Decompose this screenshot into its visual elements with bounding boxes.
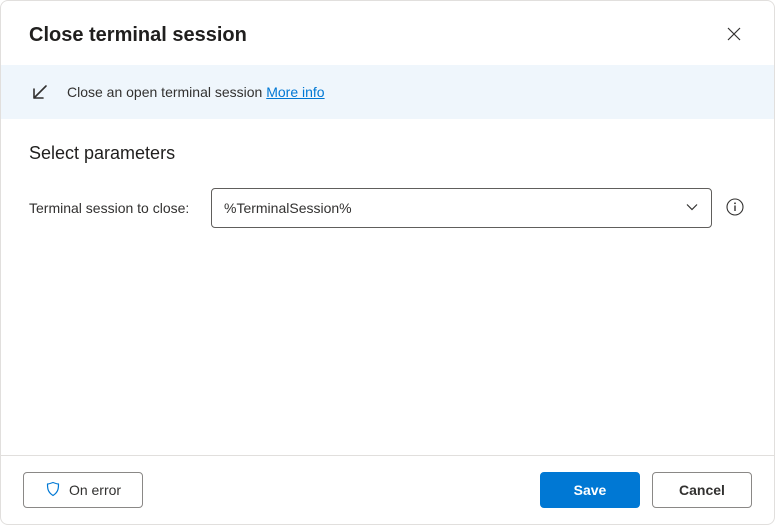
terminal-session-label: Terminal session to close: [29, 200, 199, 216]
dialog-content: Select parameters Terminal session to cl… [1, 119, 774, 455]
dialog-footer: On error Save Cancel [1, 455, 774, 524]
save-label: Save [574, 482, 607, 498]
dialog-title: Close terminal session [29, 24, 247, 47]
cancel-label: Cancel [679, 482, 725, 498]
more-info-link[interactable]: More info [266, 84, 324, 100]
shield-icon [45, 481, 61, 500]
terminal-session-info-button[interactable] [724, 197, 746, 219]
info-banner-text: Close an open terminal session More info [67, 84, 325, 100]
info-icon [726, 198, 744, 219]
close-button[interactable] [718, 19, 750, 51]
dialog-header: Close terminal session [1, 1, 774, 65]
dialog: Close terminal session Close an open ter… [0, 0, 775, 525]
footer-actions: Save Cancel [540, 472, 752, 508]
on-error-button[interactable]: On error [23, 472, 143, 508]
on-error-label: On error [69, 482, 121, 498]
terminal-session-select[interactable]: %TerminalSession% [211, 188, 712, 228]
close-icon [727, 27, 741, 44]
parameters-section-title: Select parameters [29, 143, 746, 164]
terminal-session-value: %TerminalSession% [224, 200, 352, 216]
save-button[interactable]: Save [540, 472, 640, 508]
arrow-down-left-icon [29, 81, 51, 103]
info-banner: Close an open terminal session More info [1, 65, 774, 119]
chevron-down-icon [685, 200, 699, 217]
banner-description: Close an open terminal session [67, 84, 266, 100]
cancel-button[interactable]: Cancel [652, 472, 752, 508]
param-row-terminal-session: Terminal session to close: %TerminalSess… [29, 188, 746, 228]
